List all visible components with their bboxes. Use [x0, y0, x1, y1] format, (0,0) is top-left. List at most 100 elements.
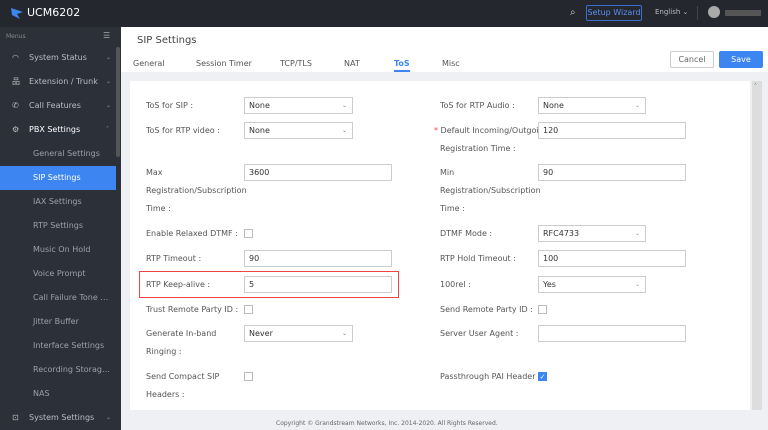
chevron-down-icon: ⌄: [106, 78, 112, 85]
page-title: SIP Settings: [137, 35, 197, 46]
tos-rtp-audio-value: None: [543, 101, 564, 110]
collapse-menu-icon[interactable]: ☰: [103, 31, 110, 40]
chevron-down-icon: ⌄: [106, 54, 112, 61]
compact-headers-label-2: Headers :: [146, 390, 185, 399]
sidebar-scrollbar[interactable]: [116, 47, 120, 157]
min-reg-label-3: Time :: [440, 204, 465, 213]
save-button[interactable]: Save: [719, 51, 763, 68]
cancel-button[interactable]: Cancel: [670, 51, 714, 68]
passthrough-pai-checkbox[interactable]: ✓: [538, 372, 547, 381]
dtmf-mode-value: RFC4733: [543, 229, 580, 238]
dtmf-mode-label: DTMF Mode :: [440, 229, 493, 238]
min-reg-label-2: Registration/Subscription: [440, 186, 541, 195]
sidebar-sub-jitter-buffer[interactable]: Jitter Buffer: [0, 310, 116, 334]
sidebar-sub-interface-settings[interactable]: Interface Settings: [0, 334, 116, 358]
rtp-keepalive-input[interactable]: 5: [244, 276, 392, 293]
max-reg-label-2: Registration/Subscription: [146, 186, 247, 195]
menus-label: Menus: [6, 33, 26, 40]
sidebar-sub-general-settings[interactable]: General Settings: [0, 142, 116, 166]
rtp-hold-timeout-label: RTP Hold Timeout :: [440, 254, 516, 263]
brand-name: UCM6202: [27, 6, 81, 19]
sidebar-sub-call-failure-tone[interactable]: Call Failure Tone Set...: [0, 286, 116, 310]
tab-misc[interactable]: Misc: [442, 59, 460, 68]
passthrough-pai-label: Passthrough PAI Header :: [440, 372, 541, 381]
rtp-timeout-label: RTP Timeout :: [146, 254, 202, 263]
chevron-down-icon: ⌄: [634, 230, 640, 237]
user-avatar-icon[interactable]: [708, 6, 720, 18]
gear-icon: ⚙: [12, 125, 20, 134]
search-icon[interactable]: ⌕: [570, 7, 576, 18]
chevron-up-icon: ˄: [106, 126, 109, 133]
server-user-agent-input[interactable]: [538, 325, 686, 342]
chevron-down-icon: ⌄: [106, 414, 112, 421]
relaxed-dtmf-label: Enable Relaxed DTMF :: [146, 229, 238, 238]
max-reg-label-3: Time :: [146, 204, 171, 213]
trust-rpid-label: Trust Remote Party ID :: [146, 305, 239, 314]
sidebar-item-extension-trunk[interactable]: 品 Extension / Trunk ⌄: [0, 70, 116, 94]
inband-ringing-label-1: Generate In-band: [146, 329, 217, 338]
max-reg-label-1: Max: [146, 168, 163, 177]
rel100-value: Yes: [543, 280, 556, 289]
tab-general[interactable]: General: [133, 59, 165, 68]
sidebar-sub-rtp-settings[interactable]: RTP Settings: [0, 214, 116, 238]
default-reg-input[interactable]: 120: [538, 122, 686, 139]
min-reg-input[interactable]: 90: [538, 164, 686, 181]
tos-sip-label: ToS for SIP :: [146, 101, 194, 110]
max-reg-input[interactable]: 3600: [244, 164, 392, 181]
copyright-footer: Copyright © Grandstream Networks, Inc. 2…: [276, 420, 498, 427]
rel100-select[interactable]: Yes ⌄: [538, 276, 646, 293]
tos-rtp-video-label: ToS for RTP video :: [146, 126, 220, 135]
compact-headers-checkbox[interactable]: [244, 372, 253, 381]
username-blurred[interactable]: [725, 10, 761, 16]
scroll-up-icon[interactable]: ˄: [754, 83, 757, 90]
sidebar-sub-iax-settings[interactable]: IAX Settings: [0, 190, 116, 214]
gauge-icon: ◠: [12, 53, 19, 62]
rtp-timeout-input[interactable]: 90: [244, 250, 392, 267]
sidebar-item-call-features[interactable]: ✆ Call Features ⌄: [0, 94, 116, 118]
tos-rtp-audio-label: ToS for RTP Audio :: [440, 101, 515, 110]
send-rpid-checkbox[interactable]: [538, 305, 547, 314]
rtp-hold-timeout-input[interactable]: 100: [538, 250, 686, 267]
tab-tos[interactable]: ToS: [394, 59, 410, 72]
inband-ringing-label-2: Ringing :: [146, 347, 182, 356]
sidebar-sub-recording-storage[interactable]: Recording Storage S...: [0, 358, 116, 382]
sidebar-item-system-settings[interactable]: ⊡ System Settings ⌄: [0, 406, 116, 430]
inband-ringing-value: Never: [249, 329, 273, 338]
sidebar-sub-sip-settings[interactable]: SIP Settings: [0, 166, 116, 190]
chevron-down-icon: ⌄: [341, 102, 347, 109]
chevron-down-icon: ⌄: [341, 330, 347, 337]
tab-session-timer[interactable]: Session Timer: [196, 59, 252, 68]
tos-rtp-video-value: None: [249, 126, 270, 135]
phone-icon: ✆: [12, 101, 19, 110]
send-rpid-label: Send Remote Party ID :: [440, 305, 533, 314]
compact-headers-label-1: Send Compact SIP: [146, 372, 220, 381]
content-scrollbar[interactable]: ˄: [752, 81, 762, 410]
network-icon: 品: [12, 77, 20, 86]
chevron-down-icon: ⌄: [341, 127, 347, 134]
language-select[interactable]: English ⌄: [655, 8, 688, 16]
chevron-down-icon: ⌄: [634, 102, 640, 109]
monitor-gear-icon: ⊡: [12, 413, 19, 422]
sidebar-item-system-status[interactable]: ◠ System Status ⌄: [0, 46, 116, 70]
sidebar-sub-voice-prompt[interactable]: Voice Prompt: [0, 262, 116, 286]
default-reg-label-text: Default Incoming/Outgoing: [440, 126, 549, 135]
tos-rtp-video-select[interactable]: None ⌄: [244, 122, 353, 139]
dtmf-mode-select[interactable]: RFC4733 ⌄: [538, 225, 646, 242]
setup-wizard-button[interactable]: Setup Wizard: [586, 5, 642, 21]
relaxed-dtmf-checkbox[interactable]: [244, 229, 253, 238]
tab-tcp-tls[interactable]: TCP/TLS: [280, 59, 312, 68]
tos-rtp-audio-select[interactable]: None ⌄: [538, 97, 646, 114]
min-reg-label-1: Min: [440, 168, 455, 177]
inband-ringing-select[interactable]: Never ⌄: [244, 325, 353, 342]
sidebar-sub-nas[interactable]: NAS: [0, 382, 116, 406]
trust-rpid-checkbox[interactable]: [244, 305, 253, 314]
default-reg-label-2: Registration Time :: [440, 144, 516, 153]
rel100-label: 100rel :: [440, 280, 471, 289]
tab-nat[interactable]: NAT: [344, 59, 360, 68]
rtp-keepalive-label: RTP Keep-alive :: [146, 280, 211, 289]
chevron-down-icon: ⌄: [106, 102, 112, 109]
server-user-agent-label: Server User Agent :: [440, 329, 519, 338]
tos-sip-select[interactable]: None ⌄: [244, 97, 353, 114]
sidebar-sub-music-on-hold[interactable]: Music On Hold: [0, 238, 116, 262]
sidebar-item-pbx-settings[interactable]: ⚙ PBX Settings ˄: [0, 118, 116, 142]
